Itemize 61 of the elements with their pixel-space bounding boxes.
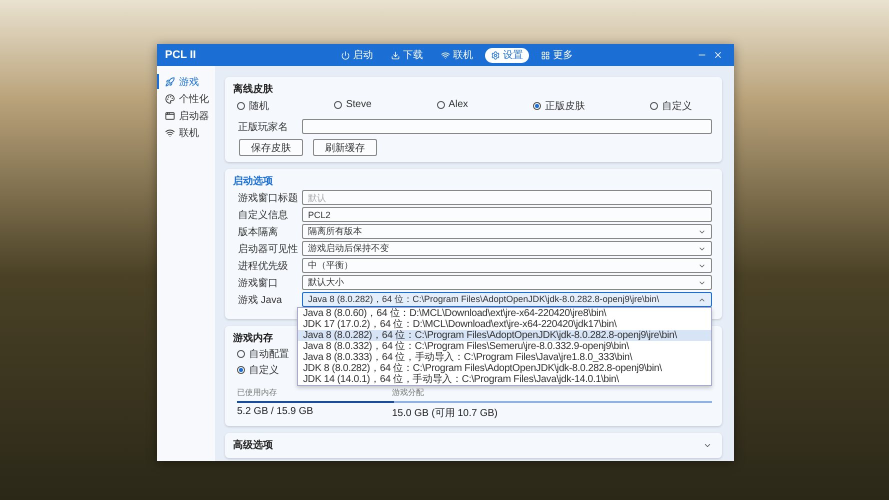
action-button[interactable]: 刷新缓存 bbox=[313, 139, 377, 156]
sidebar-item[interactable]: 游戏 bbox=[157, 74, 215, 89]
dropdown-option[interactable]: JDK 17 (17.0.2)，64 位：D:\MCL\Download\ext\jre-x64-220420\jdk17\bin\ bbox=[298, 319, 711, 330]
action-button[interactable]: 保存皮肤 bbox=[239, 139, 303, 156]
dropdown-option[interactable]: JDK 14 (14.0.1)，64 位，手动导入：C:\Program Files\Java\jdk-14.0.1\bin\ bbox=[298, 374, 711, 385]
window-icon bbox=[165, 110, 175, 120]
memory-label: 游戏分配 bbox=[392, 387, 425, 398]
dropdown-field[interactable]: 游戏启动后保持不变 bbox=[302, 241, 712, 256]
radio-option[interactable]: Alex bbox=[436, 99, 468, 110]
radio-option[interactable]: 正版皮肤 bbox=[532, 99, 585, 113]
memory-value: 15.0 GB (可用 10.7 GB) bbox=[392, 407, 499, 420]
field-label: 正版玩家名 bbox=[237, 120, 289, 134]
download-icon bbox=[391, 50, 400, 60]
field-label: 游戏窗口 bbox=[237, 276, 279, 290]
radio-option[interactable]: 自定义 bbox=[650, 99, 692, 113]
dropdown-field[interactable]: Java 8 (8.0.282)，64 位：C:\Program Files\AdoptOpenJDK\jdk-8.0.282.8-openj9\jre\bin\ bbox=[302, 292, 712, 307]
dropdown-option[interactable]: Java 8 (8.0.282)，64 位：C:\Program Files\AdoptOpenJDK\jdk-8.0.282.8-openj9\jre\bin\ bbox=[298, 330, 711, 341]
dropdown-option[interactable]: JDK 8 (8.0.282)，64 位：C:\Program Files\AdoptOpenJDK\jdk-8.0.282.8-openj9\bin\ bbox=[298, 363, 711, 374]
nav-tab[interactable]: 联机 bbox=[435, 48, 479, 62]
nav-tab[interactable]: 下载 bbox=[385, 48, 429, 62]
window-title: PCL II bbox=[165, 49, 197, 61]
input-field[interactable]: PCL2 bbox=[302, 207, 712, 222]
dropdown-option[interactable]: Java 8 (8.0.332)，64 位：C:\Program Files\Semeru\jre-8.0.332.9-openj9\bin\ bbox=[298, 341, 711, 352]
dropdown-field[interactable]: 中（平衡） bbox=[302, 258, 712, 273]
radio-option[interactable]: Steve bbox=[334, 99, 372, 110]
radio-option[interactable]: 自动配置 bbox=[233, 347, 289, 361]
field-label: 启动器可见性 bbox=[237, 242, 299, 256]
card-title: 启动选项 bbox=[233, 174, 273, 188]
nav-tab[interactable]: 更多 bbox=[535, 48, 579, 62]
palette-icon bbox=[165, 94, 175, 104]
wifi-icon bbox=[441, 50, 450, 60]
power-icon bbox=[341, 50, 350, 60]
field-label: 进程优先级 bbox=[237, 260, 289, 272]
field-label: 版本隔离 bbox=[237, 226, 279, 238]
dropdown-option[interactable]: Java 8 (8.0.60)，64 位：D:\MCL\Download\ext\jre-x64-220420\jre8\bin\ bbox=[298, 308, 711, 319]
sidebar-item[interactable]: 个性化 bbox=[157, 91, 215, 106]
settings-icon bbox=[491, 50, 500, 60]
radio-option[interactable]: 随机 bbox=[237, 99, 269, 113]
sidebar-item[interactable]: 启动器 bbox=[157, 108, 215, 123]
close-icon bbox=[713, 50, 723, 60]
card-title: 离线皮肤 bbox=[233, 82, 273, 96]
dropdown-field[interactable]: 默认大小 bbox=[302, 275, 712, 290]
advanced-card[interactable]: 高级选项 bbox=[225, 433, 722, 458]
card-title: 游戏内存 bbox=[233, 332, 273, 345]
card-title: 高级选项 bbox=[233, 438, 273, 452]
rocket-icon bbox=[165, 76, 175, 86]
field-label: 游戏窗口标题 bbox=[237, 192, 299, 204]
memory-value: 5.2 GB / 15.9 GB bbox=[237, 406, 314, 419]
input-field[interactable] bbox=[302, 119, 712, 134]
dropdown-field[interactable]: 隔离所有版本 bbox=[302, 224, 712, 239]
wifi-icon bbox=[165, 128, 175, 138]
nav-tab[interactable]: 启动 bbox=[335, 48, 379, 62]
input-field[interactable]: 默认 bbox=[302, 190, 712, 205]
sidebar-item[interactable]: 联机 bbox=[157, 125, 215, 140]
nav-tab[interactable]: 设置 bbox=[485, 48, 529, 62]
field-label: 游戏 Java bbox=[237, 294, 283, 306]
dropdown-option[interactable]: Java 8 (8.0.333)，64 位，手动导入：C:\Program Files\Java\jre1.8.0_333\bin\ bbox=[298, 352, 711, 363]
radio-option[interactable]: 自定义 bbox=[233, 363, 279, 377]
field-label: 自定义信息 bbox=[237, 208, 289, 222]
memory-label: 已使用内存 bbox=[237, 387, 278, 398]
grid-icon bbox=[541, 50, 550, 60]
